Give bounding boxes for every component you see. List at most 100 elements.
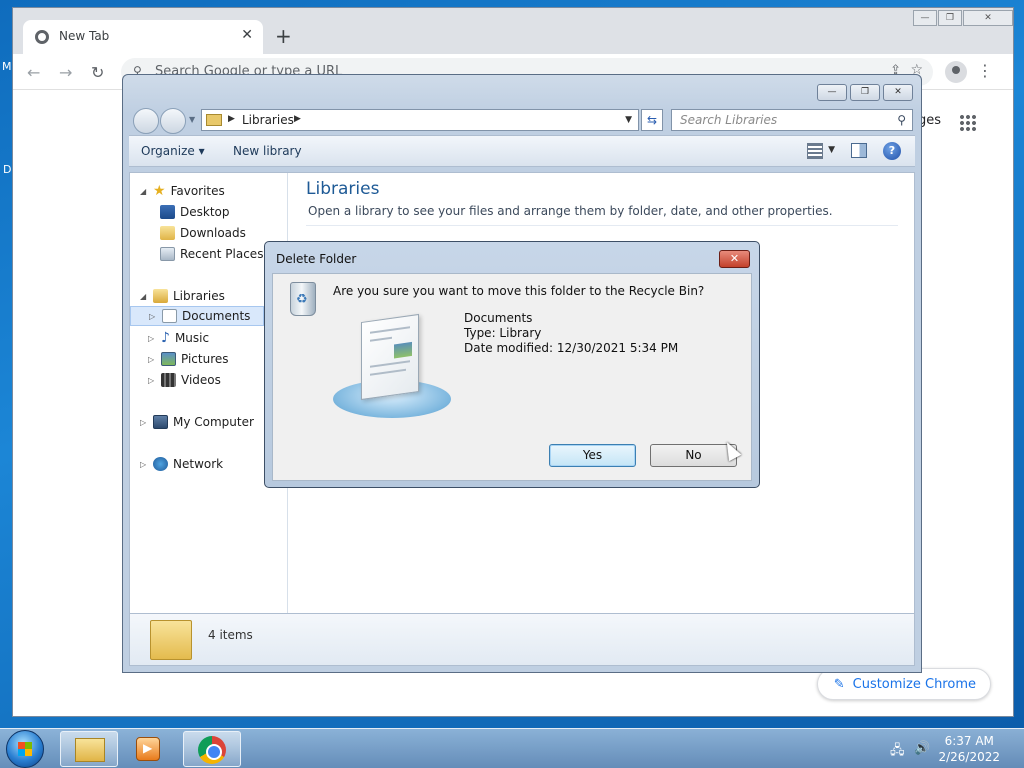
breadcrumb-arrow-icon[interactable]: ▶	[228, 114, 235, 124]
expand-arrow-icon[interactable]: ▷	[148, 334, 156, 343]
explorer-folder-icon	[75, 738, 105, 762]
tab-title: New Tab	[59, 29, 110, 43]
refresh-button[interactable]: ⇆	[641, 109, 663, 131]
desktop-icon	[160, 205, 175, 219]
breadcrumb-libraries[interactable]: Libraries	[242, 113, 294, 127]
new-library-button[interactable]: New library	[233, 144, 302, 158]
nav-label: Videos	[181, 373, 221, 387]
explorer-address-row: ▼ ▶ Libraries ▶ ▼ ⇆ Search Libraries ⚲	[123, 105, 921, 135]
organize-button[interactable]: Organize ▾	[141, 144, 205, 158]
content-title: Libraries	[306, 179, 380, 199]
dialog-body: Are you sure you want to move this folde…	[272, 273, 752, 481]
nav-libraries[interactable]: ◢ Libraries	[140, 286, 225, 306]
item-info: Documents Type: Library Date modified: 1…	[464, 311, 678, 356]
chrome-tab[interactable]: New Tab ✕	[23, 20, 263, 54]
expand-arrow-icon[interactable]: ▷	[148, 376, 156, 385]
confirmation-question: Are you sure you want to move this folde…	[333, 284, 705, 298]
music-note-icon: ♪	[161, 330, 170, 346]
recent-pages-dropdown-icon[interactable]: ▼	[189, 115, 195, 124]
nav-pictures[interactable]: ▷ Pictures	[148, 349, 229, 369]
explorer-title-bar[interactable]: — ❐ ✕	[123, 75, 921, 105]
chrome-menu-icon[interactable]: ⋮	[977, 61, 993, 80]
command-bar: Organize ▾ New library ▼ ?	[129, 135, 915, 167]
reload-button[interactable]: ↻	[91, 63, 104, 82]
maximize-button[interactable]: ❐	[938, 10, 962, 26]
dialog-close-button[interactable]: ✕	[719, 250, 750, 268]
nav-label: Network	[173, 457, 224, 471]
desktop-letter: D	[3, 163, 12, 176]
nav-my-computer[interactable]: ▷ My Computer	[140, 412, 254, 432]
media-player-icon	[136, 737, 160, 761]
search-icon[interactable]: ⚲	[897, 113, 906, 127]
documents-library-icon	[333, 312, 453, 422]
change-view-icon[interactable]	[807, 143, 823, 159]
minimize-button[interactable]: —	[913, 10, 937, 26]
document-picture-shape	[394, 341, 412, 359]
new-tab-button[interactable]: +	[275, 24, 292, 48]
taskbar-explorer-button[interactable]	[60, 731, 118, 767]
expand-arrow-icon[interactable]: ▷	[149, 312, 157, 321]
taskbar-chrome-button[interactable]	[183, 731, 241, 767]
taskbar-media-player-button[interactable]	[120, 731, 178, 767]
forward-button[interactable]	[160, 108, 186, 134]
profile-avatar-icon[interactable]	[945, 61, 967, 83]
collapse-arrow-icon[interactable]: ◢	[140, 187, 148, 196]
taskbar: 🖧 🔊 6:37 AM 2/26/2022	[0, 728, 1024, 768]
libraries-folder-icon	[206, 114, 222, 126]
nav-videos[interactable]: ▷ Videos	[148, 370, 221, 390]
libraries-large-icon	[150, 620, 192, 660]
computer-icon	[153, 415, 168, 429]
content-description: Open a library to see your files and arr…	[308, 204, 833, 218]
search-placeholder: Search Libraries	[680, 113, 778, 127]
collapse-arrow-icon[interactable]: ◢	[140, 292, 148, 301]
nav-label: Music	[174, 331, 210, 345]
expand-arrow-icon[interactable]: ▷	[140, 460, 148, 469]
nav-downloads[interactable]: Downloads	[160, 223, 246, 243]
maximize-button[interactable]: ❐	[850, 84, 880, 101]
expand-arrow-icon[interactable]: ▷	[140, 418, 148, 427]
nav-label: Desktop	[180, 205, 230, 219]
pictures-icon	[161, 352, 176, 366]
nav-recent-places[interactable]: Recent Places	[160, 244, 263, 264]
forward-button[interactable]: →	[59, 63, 72, 82]
nav-documents[interactable]: ▷ Documents	[130, 306, 264, 326]
preview-pane-icon[interactable]	[851, 143, 867, 158]
chrome-window-controls: — ❐ ✕	[912, 10, 1013, 26]
address-bar[interactable]: ▶ Libraries ▶ ▼	[201, 109, 639, 131]
start-button[interactable]	[6, 730, 44, 768]
recent-places-icon	[160, 247, 175, 261]
volume-tray-icon[interactable]: 🔊	[914, 741, 930, 756]
document-page-shape	[361, 313, 419, 401]
clock-time: 6:37 AM	[944, 734, 994, 748]
google-apps-icon[interactable]	[959, 114, 977, 132]
nav-label: Documents	[182, 309, 251, 323]
back-button[interactable]	[133, 108, 159, 134]
item-date-modified: Date modified: 12/30/2021 5:34 PM	[464, 341, 679, 355]
close-button[interactable]: ✕	[883, 84, 913, 101]
nav-favorites[interactable]: ◢ ★ Favorites	[140, 181, 225, 201]
network-globe-icon	[153, 457, 168, 471]
view-dropdown-icon[interactable]: ▼	[828, 145, 835, 155]
close-button[interactable]: ✕	[963, 10, 1013, 26]
nav-label: Libraries	[173, 289, 225, 303]
nav-music[interactable]: ▷ ♪ Music	[148, 328, 209, 348]
text-line-shape	[370, 360, 410, 368]
network-tray-icon[interactable]: 🖧	[890, 741, 905, 763]
expand-arrow-icon[interactable]: ▷	[148, 355, 156, 364]
minimize-button[interactable]: —	[817, 84, 847, 101]
tab-close-icon[interactable]: ✕	[241, 27, 253, 43]
yes-button[interactable]: Yes	[549, 444, 636, 467]
details-pane: 4 items	[129, 614, 915, 666]
back-button[interactable]: ←	[27, 63, 40, 82]
nav-network[interactable]: ▷ Network	[140, 454, 223, 474]
help-icon[interactable]: ?	[883, 142, 901, 160]
nav-label: Recent Places	[180, 247, 264, 261]
address-dropdown-icon[interactable]: ▼	[625, 115, 632, 125]
nav-desktop[interactable]: Desktop	[160, 202, 230, 222]
pencil-icon: ✎	[833, 676, 845, 692]
item-type: Type: Library	[464, 326, 542, 340]
nav-label: My Computer	[173, 415, 254, 429]
clock[interactable]: 6:37 AM 2/26/2022	[938, 733, 1000, 765]
breadcrumb-arrow-icon[interactable]: ▶	[294, 114, 301, 124]
search-input[interactable]: Search Libraries ⚲	[671, 109, 913, 131]
